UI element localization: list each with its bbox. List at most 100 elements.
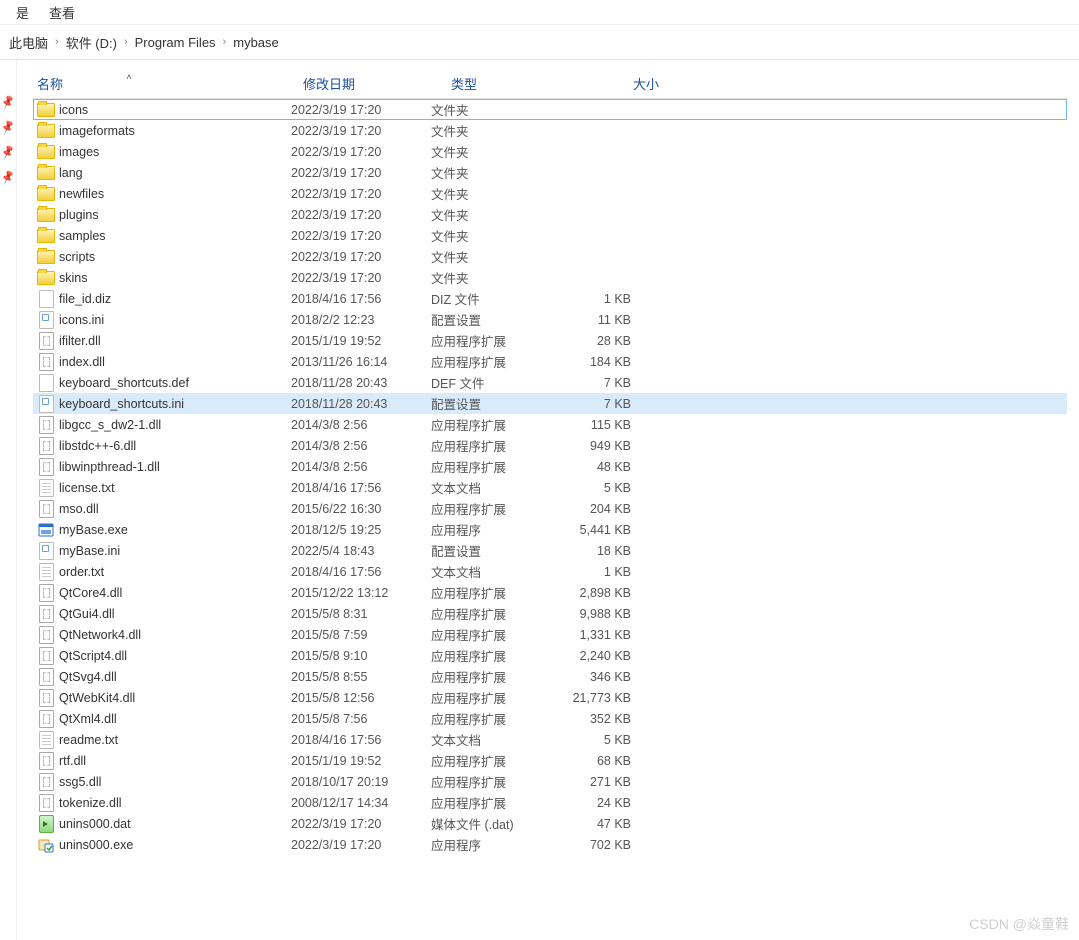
file-type: 应用程序 <box>431 520 549 539</box>
column-header-type[interactable]: 类型 <box>447 74 573 93</box>
file-name: QtNetwork4.dll <box>59 628 291 642</box>
file-row[interactable]: libstdc++-6.dll2014/3/8 2:56应用程序扩展949 KB <box>33 435 1067 456</box>
file-type: 文件夹 <box>431 184 549 203</box>
file-row[interactable]: order.txt2018/4/16 17:56文本文档1 KB <box>33 561 1067 582</box>
file-row[interactable]: index.dll2013/11/26 16:14应用程序扩展184 KB <box>33 351 1067 372</box>
crumb-drive[interactable]: 软件 (D:) <box>63 33 120 52</box>
file-type: 配置设置 <box>431 310 549 329</box>
file-row[interactable]: tokenize.dll2008/12/17 14:34应用程序扩展24 KB <box>33 792 1067 813</box>
generic-file-icon <box>37 290 55 308</box>
file-type: 文本文档 <box>431 730 549 749</box>
watermark: CSDN @焱童鞋 <box>969 914 1069 934</box>
file-date: 2018/11/28 20:43 <box>291 376 431 390</box>
column-header-name[interactable]: 名称 ˄ <box>33 74 299 93</box>
file-type: 应用程序扩展 <box>431 331 549 350</box>
file-name: ssg5.dll <box>59 775 291 789</box>
file-row[interactable]: plugins2022/3/19 17:20文件夹 <box>33 204 1067 225</box>
file-row[interactable]: QtGui4.dll2015/5/8 8:31应用程序扩展9,988 KB <box>33 603 1067 624</box>
file-row[interactable]: rtf.dll2015/1/19 19:52应用程序扩展68 KB <box>33 750 1067 771</box>
file-row[interactable]: QtNetwork4.dll2015/5/8 7:59应用程序扩展1,331 K… <box>33 624 1067 645</box>
file-row[interactable]: icons.ini2018/2/2 12:23配置设置11 KB <box>33 309 1067 330</box>
sort-ascending-icon: ˄ <box>17 72 295 82</box>
chevron-right-icon[interactable]: › <box>51 36 63 48</box>
file-row[interactable]: unins000.dat2022/3/19 17:20媒体文件 (.dat)47… <box>33 813 1067 834</box>
crumb-mybase[interactable]: mybase <box>230 35 282 50</box>
file-name: icons <box>59 103 291 117</box>
file-type: 应用程序扩展 <box>431 688 549 707</box>
file-size: 352 KB <box>549 712 635 726</box>
file-row[interactable]: lang2022/3/19 17:20文件夹 <box>33 162 1067 183</box>
column-header-date[interactable]: 修改日期 <box>299 74 447 93</box>
text-file-icon <box>37 563 55 581</box>
file-size: 949 KB <box>549 439 635 453</box>
file-type: DEF 文件 <box>431 373 549 392</box>
file-size: 48 KB <box>549 460 635 474</box>
file-date: 2015/1/19 19:52 <box>291 334 431 348</box>
file-row[interactable]: QtWebKit4.dll2015/5/8 12:56应用程序扩展21,773 … <box>33 687 1067 708</box>
chevron-right-icon[interactable]: › <box>120 36 132 48</box>
file-name: order.txt <box>59 565 291 579</box>
menu-partial-left[interactable]: 是 <box>16 3 29 22</box>
file-row[interactable]: scripts2022/3/19 17:20文件夹 <box>33 246 1067 267</box>
file-size: 184 KB <box>549 355 635 369</box>
file-row[interactable]: imageformats2022/3/19 17:20文件夹 <box>33 120 1067 141</box>
file-date: 2015/5/8 7:59 <box>291 628 431 642</box>
file-row[interactable]: unins000.exe2022/3/19 17:20应用程序702 KB <box>33 834 1067 855</box>
file-row[interactable]: file_id.diz2018/4/16 17:56DIZ 文件1 KB <box>33 288 1067 309</box>
file-size: 9,988 KB <box>549 607 635 621</box>
file-row[interactable]: QtCore4.dll2015/12/22 13:12应用程序扩展2,898 K… <box>33 582 1067 603</box>
file-list: 名称 ˄ 修改日期 类型 大小 icons2022/3/19 17:20文件夹i… <box>17 60 1079 940</box>
file-row[interactable]: newfiles2022/3/19 17:20文件夹 <box>33 183 1067 204</box>
file-date: 2018/11/28 20:43 <box>291 397 431 411</box>
folder-icon <box>37 122 55 140</box>
file-name: myBase.exe <box>59 523 291 537</box>
file-name: samples <box>59 229 291 243</box>
chevron-right-icon[interactable]: › <box>219 36 231 48</box>
file-type: 文件夹 <box>431 100 549 119</box>
file-size: 1 KB <box>549 565 635 579</box>
file-row[interactable]: samples2022/3/19 17:20文件夹 <box>33 225 1067 246</box>
pin-icon[interactable]: 📌 <box>0 169 17 186</box>
file-row[interactable]: ifilter.dll2015/1/19 19:52应用程序扩展28 KB <box>33 330 1067 351</box>
file-date: 2015/6/22 16:30 <box>291 502 431 516</box>
file-type: DIZ 文件 <box>431 289 549 308</box>
crumb-program-files[interactable]: Program Files <box>132 35 219 50</box>
file-type: 应用程序 <box>431 835 549 854</box>
file-date: 2015/5/8 8:31 <box>291 607 431 621</box>
address-bar[interactable]: 此电脑 › 软件 (D:) › Program Files › mybase <box>0 25 1079 60</box>
file-row[interactable]: readme.txt2018/4/16 17:56文本文档5 KB <box>33 729 1067 750</box>
file-row[interactable]: QtScript4.dll2015/5/8 9:10应用程序扩展2,240 KB <box>33 645 1067 666</box>
column-header-size[interactable]: 大小 <box>573 74 663 93</box>
menubar: 是 查看 <box>0 0 1079 25</box>
menu-item-view[interactable]: 查看 <box>49 3 75 22</box>
file-name: QtWebKit4.dll <box>59 691 291 705</box>
dll-file-icon <box>37 794 55 812</box>
file-type: 应用程序扩展 <box>431 604 549 623</box>
file-row[interactable]: keyboard_shortcuts.ini2018/11/28 20:43配置… <box>33 393 1067 414</box>
file-type: 应用程序扩展 <box>431 415 549 434</box>
file-row[interactable]: icons2022/3/19 17:20文件夹 <box>33 99 1067 120</box>
file-name: readme.txt <box>59 733 291 747</box>
pin-icon[interactable]: 📌 <box>0 119 17 136</box>
file-row[interactable]: mso.dll2015/6/22 16:30应用程序扩展204 KB <box>33 498 1067 519</box>
pin-icon[interactable]: 📌 <box>0 94 17 111</box>
file-name: QtXml4.dll <box>59 712 291 726</box>
file-row[interactable]: libwinpthread-1.dll2014/3/8 2:56应用程序扩展48… <box>33 456 1067 477</box>
file-date: 2022/3/19 17:20 <box>291 208 431 222</box>
dll-file-icon <box>37 689 55 707</box>
file-row[interactable]: QtXml4.dll2015/5/8 7:56应用程序扩展352 KB <box>33 708 1067 729</box>
folder-icon <box>37 248 55 266</box>
file-row[interactable]: ssg5.dll2018/10/17 20:19应用程序扩展271 KB <box>33 771 1067 792</box>
file-row[interactable]: QtSvg4.dll2015/5/8 8:55应用程序扩展346 KB <box>33 666 1067 687</box>
text-file-icon <box>37 479 55 497</box>
file-row[interactable]: skins2022/3/19 17:20文件夹 <box>33 267 1067 288</box>
file-row[interactable]: images2022/3/19 17:20文件夹 <box>33 141 1067 162</box>
pin-icon[interactable]: 📌 <box>0 144 17 161</box>
file-row[interactable]: myBase.ini2022/5/4 18:43配置设置18 KB <box>33 540 1067 561</box>
file-row[interactable]: license.txt2018/4/16 17:56文本文档5 KB <box>33 477 1067 498</box>
file-date: 2015/5/8 8:55 <box>291 670 431 684</box>
crumb-this-pc[interactable]: 此电脑 <box>6 33 51 52</box>
file-row[interactable]: keyboard_shortcuts.def2018/11/28 20:43DE… <box>33 372 1067 393</box>
file-row[interactable]: libgcc_s_dw2-1.dll2014/3/8 2:56应用程序扩展115… <box>33 414 1067 435</box>
file-row[interactable]: myBase.exe2018/12/5 19:25应用程序5,441 KB <box>33 519 1067 540</box>
